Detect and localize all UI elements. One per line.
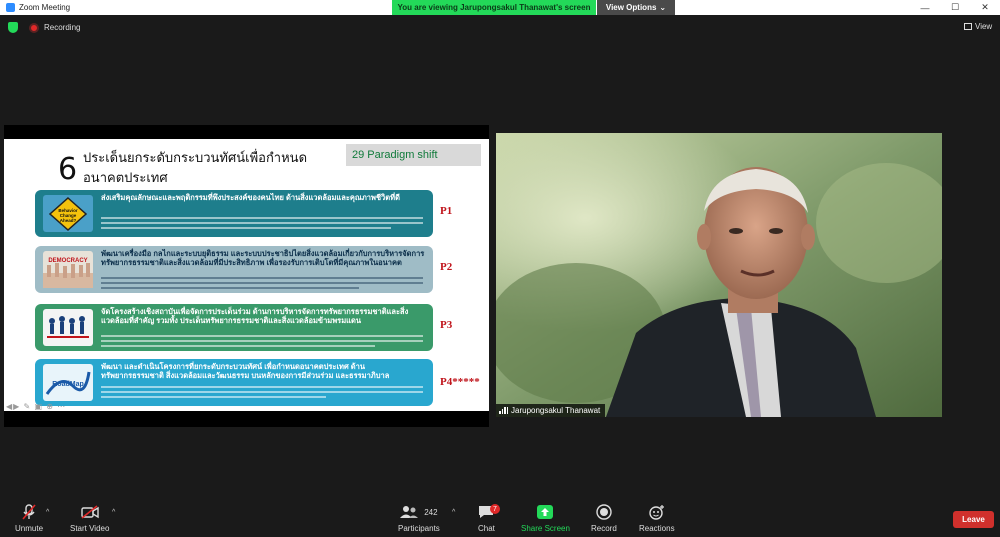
p-label: P4*****	[440, 376, 480, 388]
participant-video-feed	[496, 133, 942, 417]
close-button[interactable]: ✕	[970, 0, 1000, 15]
zoom-logo-icon	[6, 3, 15, 12]
card-title: พัฒนา และดำเนินโครงการที่ยกระดับกระบวนทั…	[101, 362, 390, 380]
view-label: View	[975, 22, 993, 31]
meeting-toolbar	[0, 497, 1000, 537]
share-screen-label: Share Screen	[521, 524, 570, 533]
grid-icon	[964, 23, 972, 30]
participant-name: Jarupongsakul Thanawat	[511, 406, 601, 415]
reactions-icon	[649, 504, 665, 520]
behavior-change-sign-image: Behavior Change Ahead?	[43, 195, 93, 232]
view-options-button[interactable]: View Options ⌄	[597, 0, 675, 15]
participants-button[interactable]: 242 Participants	[398, 504, 440, 533]
svg-text:Ahead?: Ahead?	[60, 218, 77, 223]
participants-options-caret-icon[interactable]: ^	[452, 509, 455, 516]
signal-bars-icon	[499, 407, 508, 414]
chevron-down-icon: ⌄	[659, 3, 667, 12]
chat-label: Chat	[478, 524, 495, 533]
p-label: P3	[440, 319, 453, 331]
slide-heading-line2: อนาคตประเทศ	[83, 170, 168, 185]
recording-icon[interactable]	[29, 23, 39, 33]
democracy-image: DEMOCRACY	[43, 251, 93, 288]
reactions-button[interactable]: Reactions	[639, 504, 675, 533]
reactions-label: Reactions	[639, 524, 675, 533]
svg-text:RoadMap: RoadMap	[52, 381, 84, 388]
slide-navigation-icons[interactable]: ◀▶ ✎ ▣ ⊕ ⋯	[6, 402, 66, 411]
leave-button[interactable]: Leave	[953, 511, 994, 528]
view-button[interactable]: View	[964, 22, 992, 31]
card-body-lines	[101, 277, 423, 292]
participants-icon-row: 242	[400, 504, 438, 520]
shared-screen[interactable]: 6 ประเด็นยกระดับกระบวนทัศน์เพื่อกำหนด อน…	[4, 125, 489, 427]
unmute-button[interactable]: Unmute	[15, 504, 43, 533]
slide-card-p4: RoadMap พัฒนา และดำเนินโครงการที่ยกระดับ…	[35, 359, 433, 406]
video-off-icon	[81, 504, 99, 520]
minimize-button[interactable]: —	[910, 0, 940, 15]
record-label: Record	[591, 524, 617, 533]
card-body-lines	[101, 386, 423, 401]
participant-video[interactable]: Jarupongsakul Thanawat	[496, 133, 942, 417]
shield-icon[interactable]	[8, 22, 18, 33]
share-screen-button[interactable]: Share Screen	[521, 504, 570, 533]
audio-options-caret-icon[interactable]: ^	[46, 509, 49, 516]
card-title: พัฒนาเครื่องมือ กลไกและระบบยุติธรรม และร…	[101, 249, 425, 267]
screen-share-banner: You are viewing Jarupongsakul Thanawat's…	[392, 0, 596, 15]
paradigm-shift-label: 29 Paradigm shift	[346, 144, 481, 166]
view-options-label: View Options	[605, 3, 657, 12]
slide-heading-line1: ประเด็นยกระดับกระบวนทัศน์เพื่อกำหนด	[83, 150, 308, 165]
maximize-button[interactable]: ☐	[940, 0, 970, 15]
record-button[interactable]: Record	[591, 504, 617, 533]
chat-unread-badge: 7	[490, 504, 500, 514]
card-body-lines	[101, 335, 423, 350]
card-title: จัดโครงสร้างเชิงสถาบันเพื่อจัดการประเด็น…	[101, 307, 409, 325]
slide-card-p3: จัดโครงสร้างเชิงสถาบันเพื่อจัดการประเด็น…	[35, 304, 433, 351]
p-label: P2	[440, 261, 453, 273]
video-options-caret-icon[interactable]: ^	[112, 509, 115, 516]
slide-number: 6	[58, 152, 78, 187]
recording-label: Recording	[44, 23, 81, 32]
participants-icon	[400, 506, 419, 518]
participant-name-tag: Jarupongsakul Thanawat	[496, 404, 606, 417]
record-icon	[596, 504, 612, 520]
unmute-label: Unmute	[15, 524, 44, 533]
presentation-slide: 6 ประเด็นยกระดับกระบวนทัศน์เพื่อกำหนด อน…	[4, 139, 489, 411]
participants-label: Participants	[398, 524, 440, 533]
share-screen-icon	[537, 504, 554, 520]
muted-microphone-icon	[22, 504, 36, 520]
start-video-button[interactable]: Start Video	[70, 504, 109, 533]
card-body-lines	[101, 217, 423, 232]
group-figures-image	[43, 309, 93, 346]
slide-card-p2: DEMOCRACY พัฒนาเครื่องมือ กลไกและระบบยุต…	[35, 246, 433, 293]
card-title: ส่งเสริมคุณลักษณะและพฤติกรรมที่พึงประสงค…	[101, 193, 400, 202]
meeting-infobar	[0, 15, 1000, 41]
window-title: Zoom Meeting	[19, 3, 71, 12]
svg-text:DEMOCRACY: DEMOCRACY	[48, 258, 87, 264]
start-video-label: Start Video	[70, 524, 110, 533]
roadmap-image: RoadMap	[43, 364, 93, 401]
participants-count: 242	[424, 507, 438, 517]
p-label: P1	[440, 205, 453, 217]
slide-card-p1: Behavior Change Ahead? ส่งเสริมคุณลักษณะ…	[35, 190, 433, 237]
